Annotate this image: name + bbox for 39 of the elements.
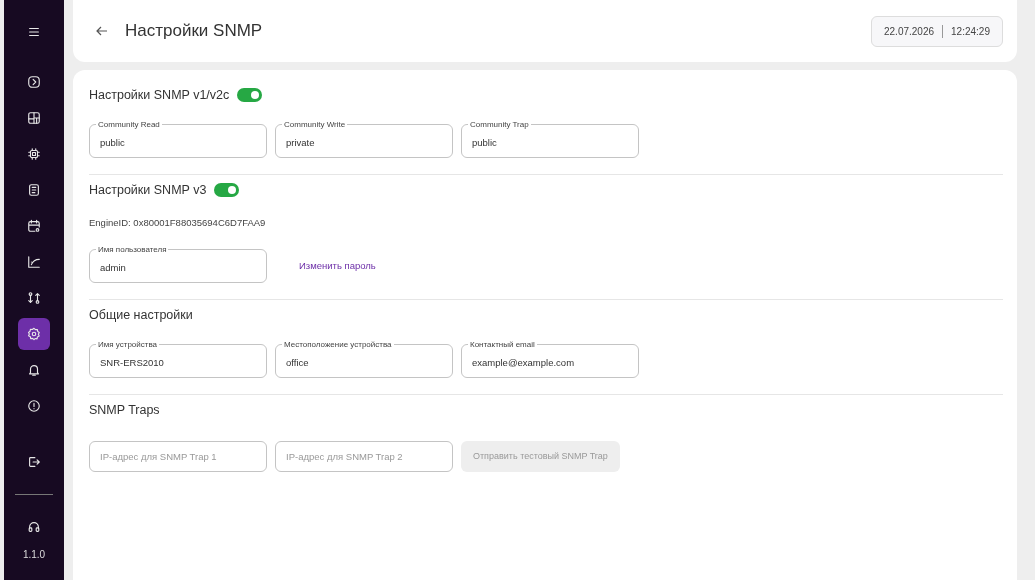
field-label: Контактный email [469, 340, 536, 349]
field-text[interactable]: public [472, 132, 630, 150]
input-field[interactable]: Community Write private [275, 120, 453, 158]
back-button[interactable] [95, 24, 109, 38]
field-label: Имя устройства [97, 340, 159, 349]
field-label: Community Read [97, 120, 161, 129]
input-field[interactable]: Community Trap public [461, 120, 639, 158]
field-text[interactable]: public [100, 132, 258, 150]
date-text: 22.07.2026 [884, 24, 935, 39]
field-text[interactable]: IP-адрес для SNMP Trap 1 [100, 442, 258, 465]
input-field[interactable]: IP-адрес для SNMP Trap 1 [89, 441, 267, 473]
field-label: Community Trap [469, 120, 530, 129]
toggle-switch[interactable] [237, 88, 263, 103]
field-text[interactable]: SNR-ERS2010 [100, 352, 258, 370]
settings-icon[interactable] [18, 318, 50, 350]
page-title: Настройки SNMP [125, 20, 263, 43]
field-text[interactable]: IP-адрес для SNMP Trap 2 [286, 442, 444, 465]
input-field[interactable]: Имя устройства SNR-ERS2010 [89, 340, 267, 378]
toggle-switch[interactable] [214, 183, 240, 198]
section-title: SNMP Traps [89, 401, 160, 419]
time-text: 12:24:29 [951, 24, 990, 39]
field-text[interactable]: example@example.com [472, 352, 630, 370]
field-text[interactable]: admin [100, 257, 258, 275]
field-label: Community Write [283, 120, 347, 129]
version-text: 1.1.0 [22, 548, 46, 562]
input-field[interactable]: Контактный email example@example.com [461, 340, 639, 378]
input-field[interactable]: Местоположение устройства office [275, 340, 453, 378]
change-password-link[interactable]: Изменить пароль [299, 259, 376, 274]
engine-id-text: EngineID: 0x80001F88035694C6D7FAA9 [89, 215, 267, 230]
field-label: Местоположение устройства [283, 340, 393, 349]
input-field[interactable]: IP-адрес для SNMP Trap 2 [275, 441, 453, 473]
field-text[interactable]: office [286, 352, 444, 370]
input-field[interactable]: Имя пользователя admin [89, 245, 267, 283]
input-field[interactable]: Community Read public [89, 120, 267, 158]
field-text[interactable]: private [286, 132, 444, 150]
section-title: Общие настройки [89, 306, 193, 324]
section-title: Настройки SNMP v1/v2c [89, 87, 230, 104]
field-label: Имя пользователя [97, 245, 168, 254]
section-title: Настройки SNMP v3 [89, 181, 207, 199]
